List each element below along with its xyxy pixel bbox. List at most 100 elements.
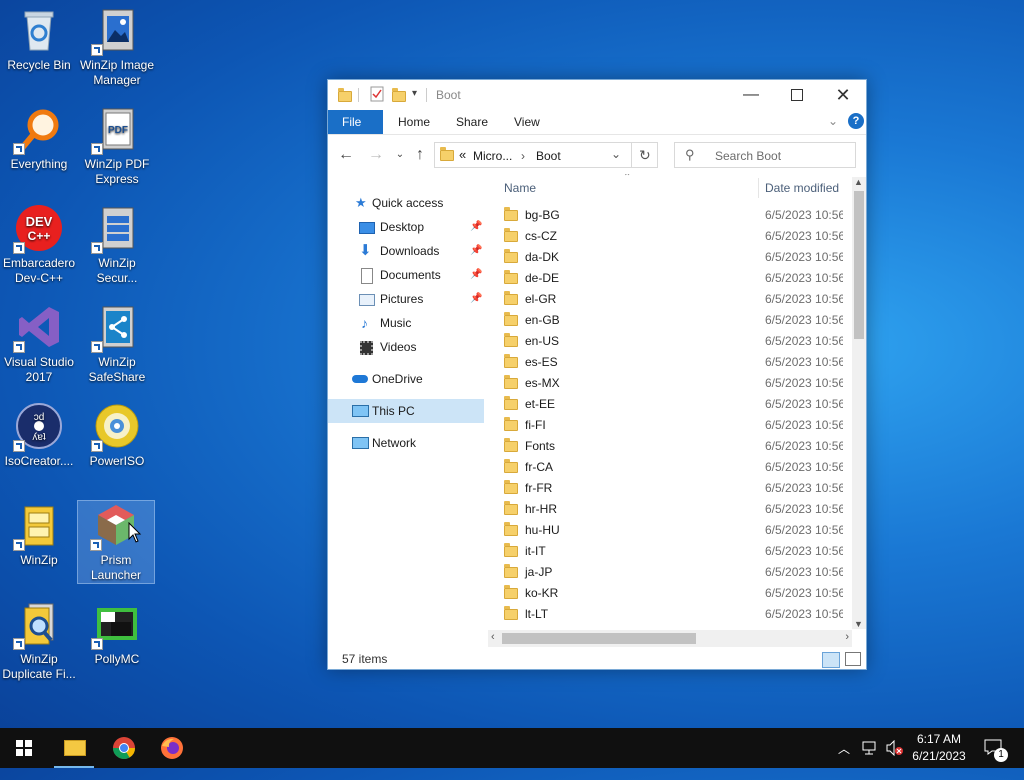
file-row[interactable]: ja-JP 6/5/2023 10:56 P xyxy=(504,562,844,583)
file-row[interactable]: en-GB 6/5/2023 10:56 P xyxy=(504,310,844,331)
file-date-modified: 6/5/2023 10:56 P xyxy=(765,313,843,327)
desktop-icon-everything[interactable]: Everything xyxy=(0,105,78,172)
folder-icon xyxy=(504,417,518,431)
taskbar-firefox[interactable] xyxy=(148,728,196,768)
file-row[interactable]: el-GR 6/5/2023 10:56 P xyxy=(504,289,844,310)
desktop-icon-prism-launcher[interactable]: Prism Launcher xyxy=(77,500,155,584)
customize-quick-access-icon[interactable]: ▾ xyxy=(412,88,417,106)
network-status-icon[interactable] xyxy=(862,740,880,756)
volume-muted-icon[interactable] xyxy=(886,740,904,756)
nav-quick-access[interactable]: ★ Quick access xyxy=(328,191,484,215)
desktop-icon-winzip-pdf-express[interactable]: PDF WinZip PDF Express xyxy=(78,105,156,187)
recent-locations-button[interactable]: ⌄ xyxy=(390,145,410,165)
nav-downloads[interactable]: ⬇ Downloads 📌 xyxy=(328,239,484,263)
pin-icon[interactable]: 📌 xyxy=(470,263,482,287)
properties-icon[interactable] xyxy=(370,86,384,104)
vertical-scrollbar[interactable]: ▲ ▼ xyxy=(852,177,866,629)
clock[interactable]: 6:17 AM 6/21/2023 xyxy=(906,728,972,768)
nav-music[interactable]: ♪ Music xyxy=(328,311,484,335)
nav-label: Quick access xyxy=(372,196,444,210)
breadcrumb-parent[interactable]: Micro... xyxy=(473,149,512,163)
large-icons-view-icon[interactable] xyxy=(845,652,861,666)
expand-ribbon-icon[interactable]: ⌄ xyxy=(828,114,838,128)
file-row[interactable]: cs-CZ 6/5/2023 10:56 P xyxy=(504,226,844,247)
file-row[interactable]: en-US 6/5/2023 10:56 P xyxy=(504,331,844,352)
file-row[interactable]: et-EE 6/5/2023 10:56 P xyxy=(504,394,844,415)
file-row[interactable]: hu-HU 6/5/2023 10:56 P xyxy=(504,520,844,541)
nav-onedrive[interactable]: OneDrive xyxy=(328,367,484,391)
scroll-left-arrow-icon[interactable]: ‹ xyxy=(491,631,495,643)
start-button[interactable] xyxy=(0,728,48,768)
scroll-down-arrow-icon[interactable]: ▼ xyxy=(854,619,863,629)
desktop-icon-winzip-safeshare[interactable]: WinZip SafeShare xyxy=(78,303,156,385)
search-box[interactable]: ⚲ Search Boot xyxy=(674,142,856,168)
desktop-icon-pollymc[interactable]: PollyMC xyxy=(78,600,156,667)
pin-icon[interactable]: 📌 xyxy=(470,239,482,263)
desktop-icon-winzip[interactable]: WinZip xyxy=(0,501,78,568)
forward-button[interactable]: → xyxy=(366,145,386,165)
scroll-right-arrow-icon[interactable]: › xyxy=(845,631,849,643)
tab-view[interactable]: View xyxy=(500,110,554,134)
nav-this-pc[interactable]: This PC xyxy=(328,399,484,423)
nav-desktop[interactable]: Desktop 📌 xyxy=(328,215,484,239)
tab-share[interactable]: Share xyxy=(442,110,502,134)
file-row[interactable]: da-DK 6/5/2023 10:56 P xyxy=(504,247,844,268)
search-input[interactable]: Search Boot xyxy=(715,149,781,163)
vertical-scroll-thumb[interactable] xyxy=(854,191,864,339)
horizontal-scrollbar[interactable]: ‹ › xyxy=(488,630,852,647)
file-row[interactable]: de-DE 6/5/2023 10:56 P xyxy=(504,268,844,289)
desktop-icon-devcpp[interactable]: DEV C++ Embarcadero Dev-C++ xyxy=(0,204,78,286)
nav-videos[interactable]: Videos xyxy=(328,335,484,359)
column-header-name[interactable]: Name xyxy=(504,174,536,202)
taskbar-chrome[interactable] xyxy=(100,728,148,768)
file-row[interactable]: fr-FR 6/5/2023 10:56 P xyxy=(504,478,844,499)
back-button[interactable]: ← xyxy=(336,145,356,165)
address-dropdown-icon[interactable]: ⌄ xyxy=(611,147,621,161)
recycle-bin-icon xyxy=(15,6,63,54)
overflow-chevron[interactable]: « xyxy=(459,147,466,162)
file-row[interactable]: ko-KR 6/5/2023 10:56 P xyxy=(504,583,844,604)
desktop-icon-poweriso[interactable]: PowerISO xyxy=(78,402,156,469)
nav-documents[interactable]: Documents 📌 xyxy=(328,263,484,287)
navigation-bar: ← → ⌄ ↑ « Micro... › Boot ⌄ ↻ ⚲ Search B… xyxy=(328,135,866,175)
file-row[interactable]: it-IT 6/5/2023 10:56 P xyxy=(504,541,844,562)
nav-network[interactable]: Network xyxy=(328,431,484,455)
breadcrumb-current[interactable]: Boot xyxy=(536,149,561,163)
tab-file[interactable]: File xyxy=(328,110,383,134)
minimize-button[interactable]: — xyxy=(728,80,774,110)
network-icon xyxy=(352,437,369,449)
file-row[interactable]: lt-LT 6/5/2023 10:56 P xyxy=(504,604,844,625)
file-row[interactable]: fi-FI 6/5/2023 10:56 P xyxy=(504,415,844,436)
taskbar-file-explorer[interactable] xyxy=(50,728,98,768)
scroll-up-arrow-icon[interactable]: ▲ xyxy=(854,177,863,187)
desktop-icon-winzip-duplicate[interactable]: WinZip Duplicate Fi... xyxy=(0,600,78,682)
maximize-button[interactable] xyxy=(774,80,820,110)
file-row[interactable]: fr-CA 6/5/2023 10:56 P xyxy=(504,457,844,478)
file-row[interactable]: es-MX 6/5/2023 10:56 P xyxy=(504,373,844,394)
action-center-button[interactable]: 1 xyxy=(980,728,1014,768)
desktop-icon-visual-studio[interactable]: Visual Studio 2017 xyxy=(0,303,78,385)
file-row[interactable]: bg-BG 6/5/2023 10:56 P xyxy=(504,205,844,226)
show-hidden-icons[interactable]: ︿ xyxy=(838,740,850,780)
file-row[interactable]: hr-HR 6/5/2023 10:56 P xyxy=(504,499,844,520)
new-folder-icon[interactable] xyxy=(392,86,406,104)
pin-icon[interactable]: 📌 xyxy=(470,287,482,311)
help-icon[interactable]: ? xyxy=(848,113,864,129)
details-view-icon[interactable] xyxy=(822,652,840,668)
address-bar[interactable]: « Micro... › Boot ⌄ ↻ xyxy=(434,142,658,168)
nav-pictures[interactable]: Pictures 📌 xyxy=(328,287,484,311)
file-row[interactable]: es-ES 6/5/2023 10:56 P xyxy=(504,352,844,373)
refresh-icon[interactable]: ↻ xyxy=(639,147,651,164)
close-button[interactable]: ✕ xyxy=(820,80,866,110)
tab-home[interactable]: Home xyxy=(384,110,444,134)
desktop-icon-winzip-secure[interactable]: WinZip Secur... xyxy=(78,204,156,286)
desktop-icon-isocreator[interactable]: ɔd ʎɐʇ IsoCreator.... xyxy=(0,402,78,469)
horizontal-scroll-thumb[interactable] xyxy=(502,633,696,644)
column-header-date-modified[interactable]: Date modified xyxy=(765,174,839,202)
pin-icon[interactable]: 📌 xyxy=(470,215,482,239)
desktop-icon-recycle-bin[interactable]: Recycle Bin xyxy=(0,6,78,73)
file-row[interactable]: Fonts 6/5/2023 10:56 P xyxy=(504,436,844,457)
shortcut-arrow-icon xyxy=(13,242,25,254)
up-button[interactable]: ↑ xyxy=(410,145,430,165)
desktop-icon-winzip-image-manager[interactable]: WinZip Image Manager xyxy=(78,6,156,88)
